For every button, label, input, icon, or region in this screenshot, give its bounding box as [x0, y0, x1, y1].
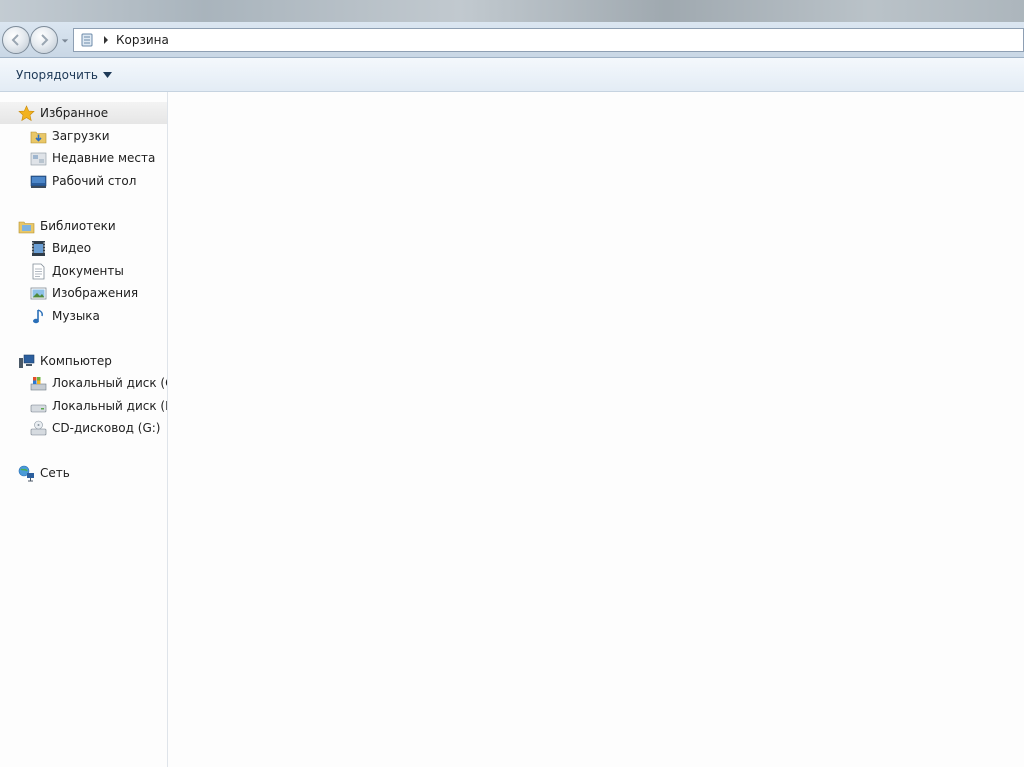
- pictures-icon: [30, 287, 47, 299]
- nav-downloads-label: Загрузки: [52, 129, 110, 143]
- nav-drive-c[interactable]: Локальный диск (C:): [0, 372, 167, 394]
- nav-drive-c-label: Локальный диск (C:): [52, 376, 167, 390]
- nav-documents-label: Документы: [52, 264, 124, 278]
- nav-pictures-label: Изображения: [52, 286, 139, 300]
- system-drive-icon: [30, 376, 47, 390]
- nav-desktop[interactable]: Рабочий стол: [0, 170, 167, 192]
- drive-icon: [30, 404, 47, 412]
- address-field[interactable]: Корзина: [73, 28, 1024, 52]
- nav-drive-d-label: Локальный диск (D:): [52, 399, 167, 413]
- nav-computer-label: Компьютер: [40, 354, 112, 368]
- nav-network[interactable]: Сеть: [0, 462, 167, 484]
- address-bar-row: Корзина: [0, 22, 1024, 58]
- organize-button[interactable]: Упорядочить: [16, 68, 112, 82]
- back-arrow-icon: [11, 34, 19, 46]
- chevron-down-icon: [102, 71, 112, 78]
- nav-favorites-label: Избранное: [40, 106, 109, 120]
- back-button[interactable]: [2, 26, 30, 54]
- nav-libraries-label: Библиотеки: [40, 219, 116, 233]
- breadcrumb-arrow-icon[interactable]: [102, 35, 110, 45]
- documents-icon: [32, 263, 45, 279]
- libraries-icon: [18, 221, 35, 233]
- nav-recent-places-label: Недавние места: [52, 151, 156, 165]
- recent-pages-dropdown[interactable]: [60, 36, 70, 46]
- music-icon: [33, 308, 43, 323]
- recent-places-icon: [30, 152, 47, 165]
- video-icon: [32, 240, 45, 256]
- nav-cd-drive[interactable]: CD-дисковод (G:): [0, 417, 167, 439]
- nav-music-label: Музыка: [52, 309, 100, 323]
- downloads-icon: [30, 131, 47, 143]
- navigation-pane: Избранное Загрузки Недавние места Рабочи…: [0, 92, 168, 767]
- command-bar: Упорядочить: [0, 58, 1024, 92]
- cd-drive-icon: [30, 420, 47, 435]
- organize-label: Упорядочить: [16, 67, 98, 82]
- chevron-down-icon: [61, 39, 69, 43]
- star-icon: [18, 104, 35, 121]
- nav-video-label: Видео: [52, 241, 92, 255]
- nav-cd-drive-label: CD-дисковод (G:): [52, 421, 161, 435]
- nav-computer[interactable]: Компьютер: [0, 350, 167, 372]
- nav-desktop-label: Рабочий стол: [52, 174, 137, 188]
- nav-documents[interactable]: Документы: [0, 260, 167, 282]
- desktop-icon: [30, 175, 47, 188]
- nav-drive-d[interactable]: Локальный диск (D:): [0, 395, 167, 417]
- nav-music[interactable]: Музыка: [0, 305, 167, 327]
- nav-network-label: Сеть: [40, 466, 70, 480]
- nav-downloads[interactable]: Загрузки: [0, 125, 167, 147]
- network-icon: [18, 465, 34, 481]
- file-list-area[interactable]: [168, 92, 1024, 767]
- forward-button[interactable]: [30, 26, 58, 54]
- nav-favorites[interactable]: Избранное: [0, 102, 167, 124]
- breadcrumb-recycle-bin[interactable]: Корзина: [116, 33, 169, 47]
- nav-recent-places[interactable]: Недавние места: [0, 147, 167, 169]
- nav-video[interactable]: Видео: [0, 237, 167, 259]
- nav-libraries[interactable]: Библиотеки: [0, 215, 167, 237]
- computer-icon: [19, 354, 35, 368]
- nav-pictures[interactable]: Изображения: [0, 282, 167, 304]
- recycle-bin-icon: [81, 33, 93, 47]
- forward-arrow-icon: [41, 34, 49, 46]
